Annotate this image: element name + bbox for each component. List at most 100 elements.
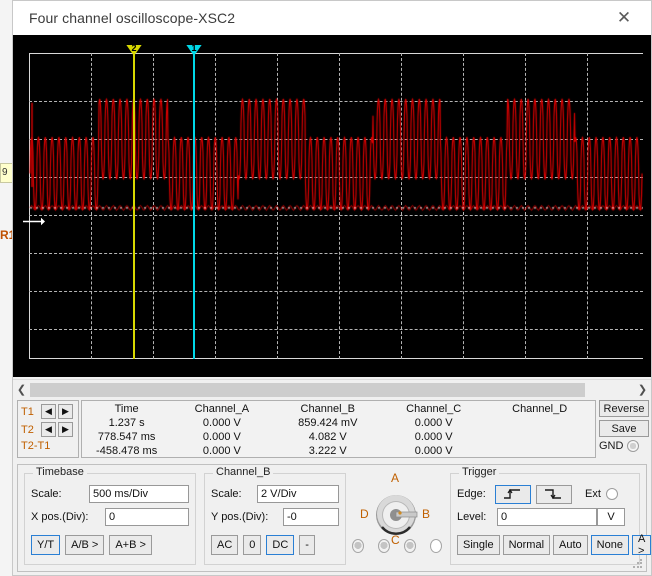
channel-b-scale-input[interactable]: 2 V/Div — [257, 485, 339, 503]
knob-label-b: B — [422, 507, 431, 521]
trigger-edge-label: Edge: — [457, 488, 486, 500]
trigger-edge-row: Edge: Ext — [457, 484, 633, 504]
ground-row: GND — [599, 440, 651, 452]
control-panels: Timebase Scale: 500 ms/Div X pos.(Div): … — [17, 464, 651, 572]
measurement-cell: 0.000 V — [414, 417, 453, 429]
scroll-right-icon[interactable]: ❯ — [634, 380, 651, 399]
measurement-column-header: Time — [114, 402, 139, 415]
waveform-display-panel: 2 1 — [13, 35, 651, 377]
measurement-cell: 1.237 s — [108, 417, 145, 429]
resize-grip[interactable] — [632, 558, 644, 570]
channel-ground-marker[interactable] — [23, 217, 45, 226]
cursor-t1-left-button[interactable]: ◀ — [41, 404, 56, 419]
scroll-left-icon[interactable]: ❮ — [13, 380, 30, 399]
trigger-mode-buttons: SingleNormalAutoNoneA >Ext — [457, 533, 651, 557]
timebase-title: Timebase — [33, 466, 87, 478]
channel-selector-radio-1[interactable] — [352, 539, 364, 553]
cursor-2-line[interactable] — [133, 45, 135, 359]
timebase-mode-ab[interactable]: A+B > — [109, 535, 152, 555]
timebase-xpos-input[interactable]: 0 — [105, 508, 189, 526]
channel-selector-radio-3[interactable] — [404, 539, 416, 553]
timebase-scale-label: Scale: — [31, 488, 62, 500]
measurement-cell: 859.424 mV — [298, 417, 358, 429]
channel-selector: A B C D — [350, 467, 442, 571]
measurement-cell: 0.000 V — [202, 431, 241, 443]
channel-b-ypos-row: Y pos.(Div): -0 — [211, 507, 339, 527]
trigger-title: Trigger — [459, 466, 500, 478]
trigger-level-unit[interactable]: V — [597, 508, 625, 526]
measurement-cell — [484, 444, 595, 458]
trigger-mode-a[interactable]: A > — [631, 533, 651, 557]
reverse-button[interactable]: Reverse — [599, 400, 649, 417]
background-left-strip — [0, 0, 12, 576]
cursor-t1-right-button[interactable]: ▶ — [58, 404, 73, 419]
title-bar: Four channel oscilloscope-XSC2 ✕ — [13, 1, 651, 36]
channel-b-coupling-[interactable]: - — [299, 535, 315, 555]
measurement-cell — [484, 416, 595, 430]
measurement-table: Time Channel_A Channel_B Channel_C Channel_D… — [81, 400, 596, 458]
channel-b-scale-row: Scale: 2 V/Div — [211, 484, 339, 504]
measurement-cell: 0.000 V — [202, 445, 241, 457]
trigger-ext-label: Ext — [585, 488, 601, 500]
display-bezel: 2 1 — [13, 35, 651, 377]
measurement-row: -458.478 ms 0.000 V 3.222 V 0.000 V — [82, 444, 595, 458]
timebase-xpos-row: X pos.(Div): 0 — [31, 507, 189, 527]
measurement-column-header: Channel_C — [406, 402, 462, 415]
channel-selector-radio-2[interactable] — [378, 539, 390, 553]
channel-selector-knob[interactable] — [374, 493, 418, 537]
cursor-t1-label: T1 — [21, 405, 34, 418]
measurement-cell: 0.000 V — [414, 445, 453, 457]
measurement-table-header: Time Channel_A Channel_B Channel_C Channel_D — [82, 401, 595, 416]
channel-b-coupling-dc[interactable]: DC — [266, 535, 295, 555]
cursor-t2-left-button[interactable]: ◀ — [41, 422, 56, 437]
timebase-scale-input[interactable]: 500 ms/Div — [89, 485, 189, 503]
cursor-t2-right-button[interactable]: ▶ — [58, 422, 73, 437]
measurement-row: 1.237 s 0.000 V 859.424 mV 0.000 V — [82, 416, 595, 430]
timebase-xpos-label: X pos.(Div): — [31, 511, 89, 523]
scrollbar-track[interactable] — [30, 382, 634, 397]
channel-b-group: Channel_B Scale: 2 V/Div Y pos.(Div): -0… — [204, 466, 346, 565]
display-actions: Reverse Save GND — [599, 400, 651, 458]
channel-selector-radios — [352, 539, 442, 553]
timebase-mode-yt[interactable]: Y/T — [31, 535, 61, 555]
rising-edge-icon[interactable] — [495, 484, 531, 504]
measurement-cell — [484, 430, 595, 444]
measurement-cell: 0.000 V — [202, 417, 241, 429]
trigger-mode-normal[interactable]: Normal — [502, 535, 551, 555]
trigger-mode-single[interactable]: Single — [457, 535, 500, 555]
window-title: Four channel oscilloscope-XSC2 — [29, 10, 236, 26]
timebase-mode-ab[interactable]: A/B > — [65, 535, 105, 555]
measurement-cell: -458.478 ms — [96, 445, 158, 457]
measurement-column-header: Channel_A — [194, 402, 250, 415]
cursor-t2-label: T2 — [21, 423, 34, 436]
channel-b-coupling-0[interactable]: 0 — [243, 535, 262, 555]
timebase-mode-buttons: Y/T A/B > A+B > — [31, 535, 189, 555]
waveform-trace — [21, 45, 643, 367]
measurement-column-header: Channel_B — [300, 402, 355, 415]
channel-b-scale-label: Scale: — [211, 488, 242, 500]
channel-selector-radio-4[interactable] — [430, 539, 442, 553]
trigger-mode-auto[interactable]: Auto — [553, 535, 588, 555]
trigger-level-input[interactable]: 0 — [497, 508, 597, 526]
falling-edge-icon[interactable] — [536, 484, 572, 504]
cursor-t2-row: T2 ◀ ▶ — [21, 421, 76, 438]
knob-label-a: A — [391, 471, 400, 485]
trigger-level-row: Level: 0 V — [457, 507, 633, 527]
cursor-1-line[interactable] — [193, 45, 195, 359]
display-scrollbar[interactable]: ❮ ❯ — [13, 379, 651, 399]
close-icon[interactable]: ✕ — [603, 1, 645, 35]
gnd-radio[interactable] — [627, 440, 640, 452]
channel-b-ypos-input[interactable]: -0 — [283, 508, 339, 526]
measurement-table-body: 1.237 s 0.000 V 859.424 mV 0.000 V 778.547 m… — [82, 416, 595, 458]
save-button[interactable]: Save — [599, 420, 649, 437]
trigger-mode-none[interactable]: None — [590, 535, 629, 555]
cursor-controls: T1 ◀ ▶ T2 ◀ ▶ T2-T1 — [17, 400, 79, 458]
channel-b-title: Channel_B — [213, 466, 274, 478]
channel-b-coupling-ac[interactable]: AC — [211, 535, 239, 555]
trigger-ext-radio[interactable] — [605, 488, 618, 500]
timebase-scale-row: Scale: 500 ms/Div — [31, 484, 189, 504]
scrollbar-thumb[interactable] — [30, 382, 585, 397]
channel-b-ypos-label: Y pos.(Div): — [211, 511, 269, 523]
measurement-strip: T1 ◀ ▶ T2 ◀ ▶ T2-T1 Time Channel_A Channel… — [13, 400, 651, 460]
waveform-display[interactable]: 2 1 — [21, 45, 643, 367]
